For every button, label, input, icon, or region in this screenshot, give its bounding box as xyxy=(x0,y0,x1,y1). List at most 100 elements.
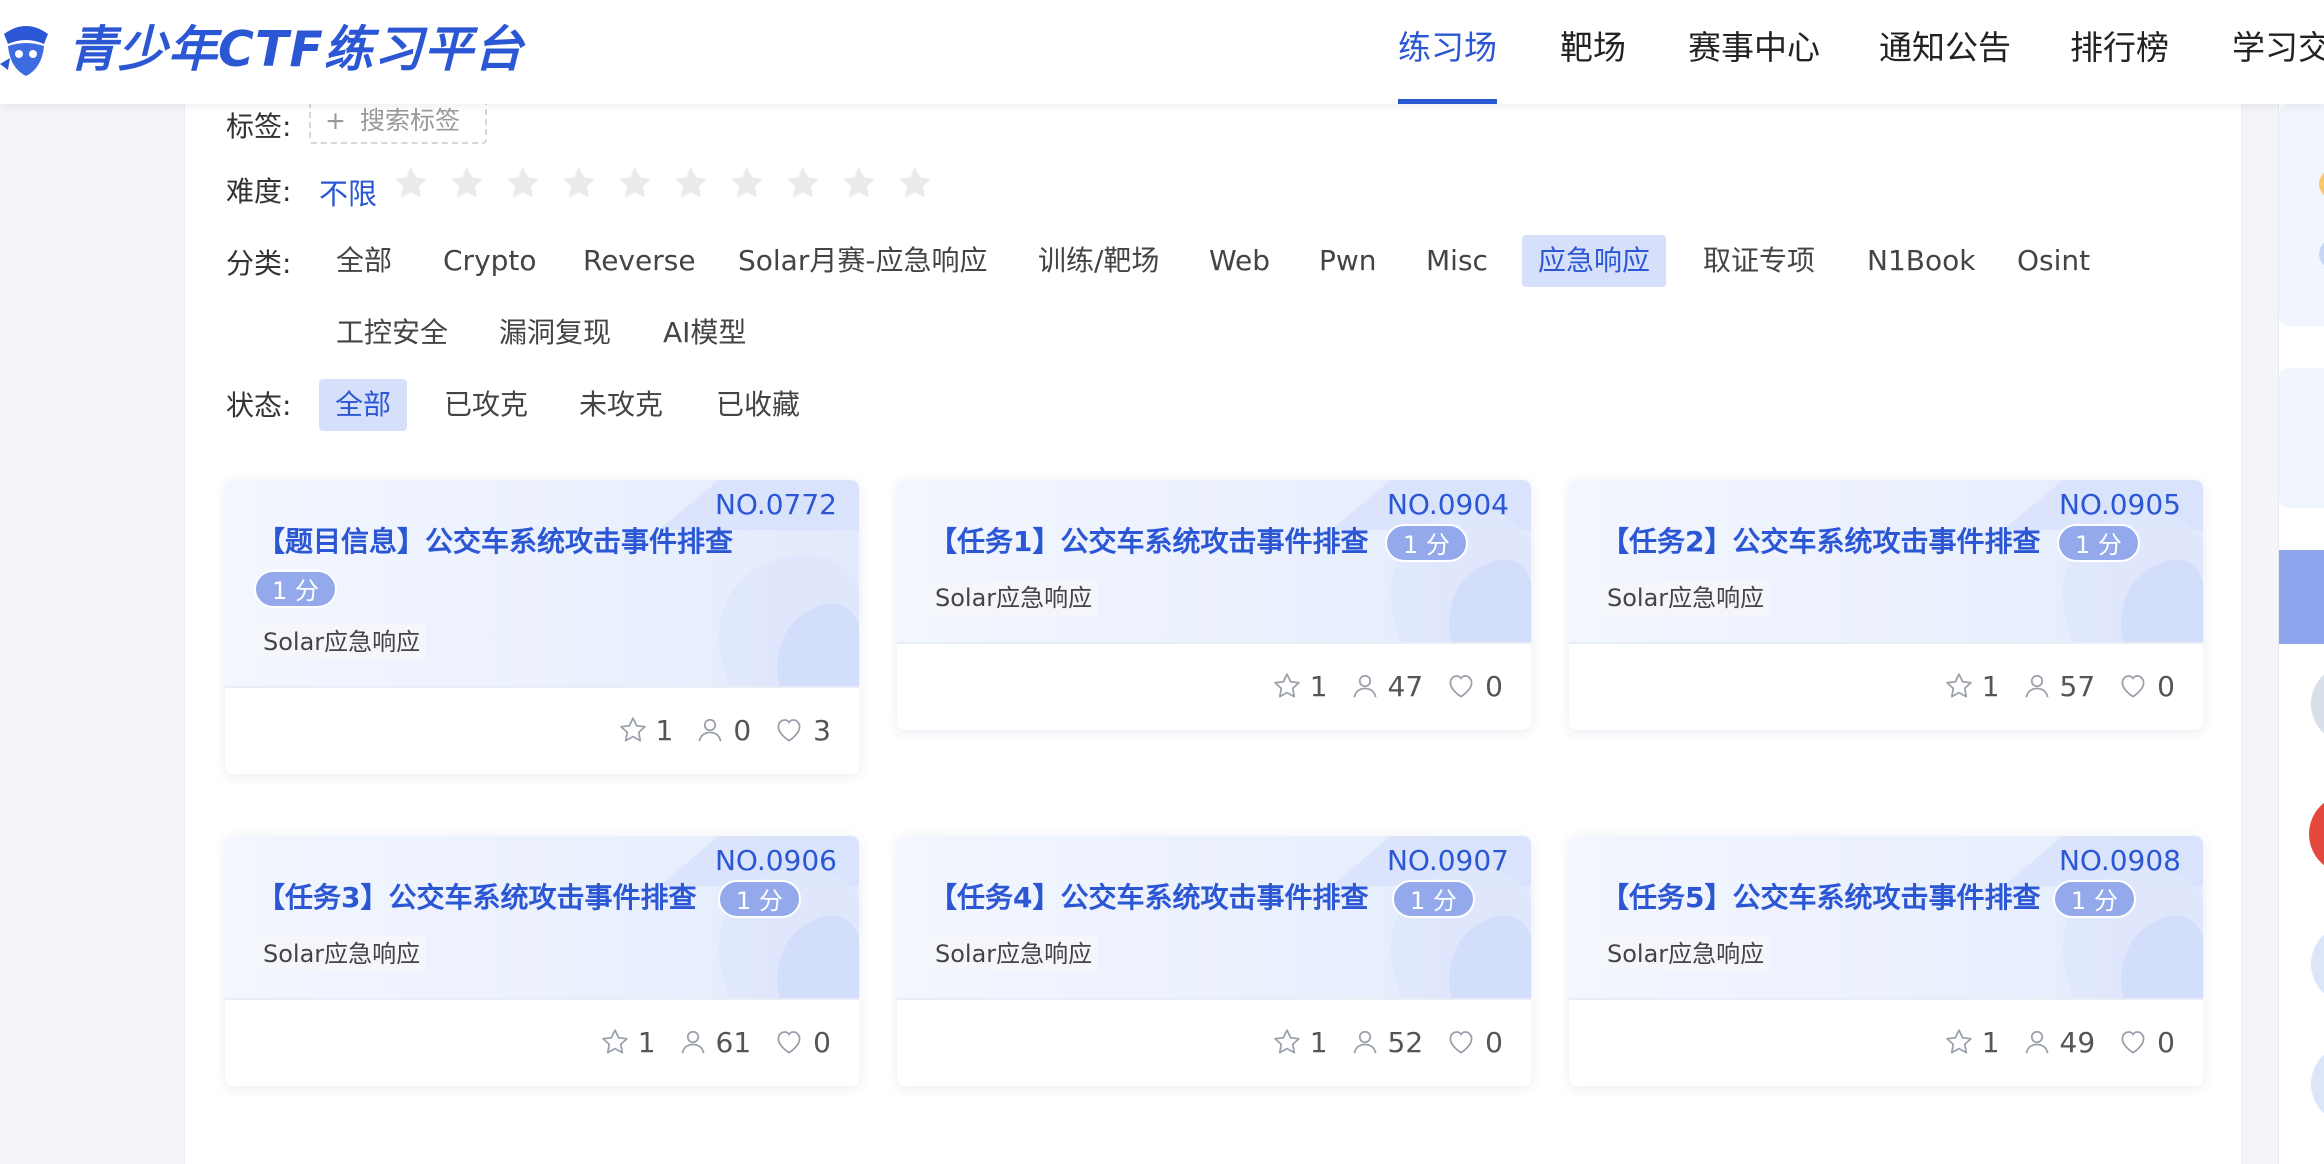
difficulty-star-icon[interactable] xyxy=(784,164,822,202)
category-solar-incident[interactable]: Solar月赛-应急响应 xyxy=(722,235,1003,287)
card-likes-value: 0 xyxy=(2157,669,2175,703)
card-likes[interactable]: 0 xyxy=(773,1026,831,1059)
card-number: NO.0906 xyxy=(714,844,837,877)
card-header: NO.0906 【任务3】公交车系统攻击事件排查 1 分 Solar应急响应 xyxy=(225,836,859,998)
status-unsolved[interactable]: 未攻克 xyxy=(563,379,679,431)
card-score-badge: 1 分 xyxy=(254,570,337,608)
card-header: NO.0907 【任务4】公交车系统攻击事件排查 1 分 Solar应急响应 xyxy=(897,836,1531,998)
card-solvers: 47 xyxy=(1350,670,1423,703)
sidebar-avatar[interactable] xyxy=(2309,794,2324,874)
card-stats: 1 52 0 xyxy=(1250,1022,1503,1062)
card-difficulty: 1 xyxy=(618,714,673,747)
card-difficulty-value: 1 xyxy=(1309,669,1328,703)
category-n1book[interactable]: N1Book xyxy=(1851,235,1991,287)
category-incident-response[interactable]: 应急响应 xyxy=(1522,235,1667,287)
nav-leaderboard[interactable]: 排行榜 xyxy=(2070,0,2169,104)
nav-learning[interactable]: 学习交 xyxy=(2232,0,2324,104)
card-header: NO.0905 【任务2】公交车系统攻击事件排查 1 分 Solar应急响应 xyxy=(1569,480,2203,642)
card-likes[interactable]: 0 xyxy=(2117,670,2175,703)
status-solved[interactable]: 已攻克 xyxy=(428,379,544,431)
card-likes[interactable]: 0 xyxy=(1445,1026,1503,1059)
category-ics[interactable]: 工控安全 xyxy=(320,307,464,359)
sidebar-avatar[interactable] xyxy=(2311,924,2324,1004)
sidebar-card xyxy=(2279,368,2324,508)
card-title[interactable]: 【任务5】公交车系统攻击事件排查 xyxy=(1601,878,2040,918)
card-score-badge: 1 分 xyxy=(2053,880,2136,918)
challenge-card[interactable]: NO.0905 【任务2】公交车系统攻击事件排查 1 分 Solar应急响应 1 57 0 xyxy=(1569,480,2203,730)
category-web[interactable]: Web xyxy=(1193,235,1286,287)
logo-icon[interactable] xyxy=(0,14,52,80)
nav-practice[interactable]: 练习场 xyxy=(1398,0,1497,104)
star-icon xyxy=(1273,673,1300,698)
user-icon xyxy=(2025,674,2049,698)
category-vuln-repro[interactable]: 漏洞复现 xyxy=(483,307,627,359)
card-likes[interactable]: 0 xyxy=(2117,1026,2175,1059)
status-favorited[interactable]: 已收藏 xyxy=(700,379,816,431)
status-all[interactable]: 全部 xyxy=(319,379,408,431)
category-forensics[interactable]: 取证专项 xyxy=(1687,235,1831,287)
right-sidebar xyxy=(2278,104,2324,1164)
category-filter-label: 分类: xyxy=(226,247,292,280)
difficulty-star-icon[interactable] xyxy=(672,164,710,202)
category-pwn[interactable]: Pwn xyxy=(1303,235,1393,287)
tag-search-input[interactable]: + 搜索标签 xyxy=(309,98,487,144)
category-reverse[interactable]: Reverse xyxy=(567,235,712,287)
card-category-tag: Solar应急响应 xyxy=(257,936,427,972)
card-difficulty-value: 1 xyxy=(1981,1025,2000,1059)
card-solvers-value: 49 xyxy=(2059,1025,2096,1059)
nav-active-underline xyxy=(1398,99,1497,104)
card-category-tag: Solar应急响应 xyxy=(929,936,1099,972)
card-likes[interactable]: 0 xyxy=(1445,670,1503,703)
nav-range[interactable]: 靶场 xyxy=(1560,0,1626,104)
category-crypto[interactable]: Crypto xyxy=(427,235,553,287)
difficulty-any-option[interactable]: 不限 xyxy=(319,171,377,213)
difficulty-star-icon[interactable] xyxy=(560,164,598,202)
card-title[interactable]: 【任务2】公交车系统攻击事件排查 xyxy=(1601,522,2040,562)
sidebar-card xyxy=(2279,104,2324,326)
card-likes-value: 0 xyxy=(1485,1025,1503,1059)
site-logo-text[interactable]: 青少年CTF练习平台 xyxy=(68,18,524,82)
difficulty-star-icon[interactable] xyxy=(504,164,542,202)
card-category-tag: Solar应急响应 xyxy=(1601,580,1771,616)
difficulty-star-icon[interactable] xyxy=(392,164,430,202)
nav-events[interactable]: 赛事中心 xyxy=(1688,0,1820,104)
card-category-tag: Solar应急响应 xyxy=(1601,936,1771,972)
card-title[interactable]: 【题目信息】公交车系统攻击事件排查 xyxy=(257,522,733,562)
card-divider xyxy=(1569,642,2203,644)
card-number: NO.0905 xyxy=(2058,488,2181,521)
plus-icon: + xyxy=(325,106,346,135)
heart-icon xyxy=(2121,1031,2145,1054)
card-likes[interactable]: 3 xyxy=(773,714,831,747)
card-score-badge: 1 分 xyxy=(718,880,801,918)
challenge-card[interactable]: NO.0906 【任务3】公交车系统攻击事件排查 1 分 Solar应急响应 1 61 0 xyxy=(225,836,859,1086)
difficulty-star-icon[interactable] xyxy=(728,164,766,202)
challenge-card[interactable]: NO.0772 【题目信息】公交车系统攻击事件排查 1 分 Solar应急响应 1 0 3 xyxy=(225,480,859,774)
nav-practice-label: 练习场 xyxy=(1398,28,1497,67)
difficulty-star-icon[interactable] xyxy=(616,164,654,202)
difficulty-star-icon[interactable] xyxy=(448,164,486,202)
card-category-tag: Solar应急响应 xyxy=(257,624,427,660)
card-stats: 1 57 0 xyxy=(1922,666,2175,706)
challenge-card[interactable]: NO.0907 【任务4】公交车系统攻击事件排查 1 分 Solar应急响应 1 52 0 xyxy=(897,836,1531,1086)
challenge-card[interactable]: NO.0908 【任务5】公交车系统攻击事件排查 1 分 Solar应急响应 1 49 0 xyxy=(1569,836,2203,1086)
nav-announcements[interactable]: 通知公告 xyxy=(1879,0,2011,104)
difficulty-star-icon[interactable] xyxy=(840,164,878,202)
sidebar-avatar[interactable] xyxy=(2311,664,2324,744)
difficulty-star-icon[interactable] xyxy=(896,164,934,202)
card-title[interactable]: 【任务3】公交车系统攻击事件排查 xyxy=(257,878,696,918)
challenge-card[interactable]: NO.0904 【任务1】公交车系统攻击事件排查 1 分 Solar应急响应 1 47 0 xyxy=(897,480,1531,730)
card-title[interactable]: 【任务1】公交车系统攻击事件排查 xyxy=(929,522,1368,562)
sidebar-avatar[interactable] xyxy=(2311,1044,2324,1124)
category-all[interactable]: 全部 xyxy=(320,235,408,287)
sidebar-highlight[interactable] xyxy=(2279,550,2324,644)
category-misc[interactable]: Misc xyxy=(1410,235,1504,287)
card-solvers: 52 xyxy=(1350,1026,1423,1059)
category-ai[interactable]: AI模型 xyxy=(647,307,762,359)
category-osint[interactable]: Osint xyxy=(2001,235,2106,287)
card-solvers: 57 xyxy=(2022,670,2095,703)
card-score-badge: 1 分 xyxy=(1392,880,1475,918)
tag-filter-label: 标签: xyxy=(226,110,292,143)
card-title[interactable]: 【任务4】公交车系统攻击事件排查 xyxy=(929,878,1368,918)
category-training[interactable]: 训练/靶场 xyxy=(1022,235,1175,287)
card-difficulty-value: 1 xyxy=(637,1025,656,1059)
